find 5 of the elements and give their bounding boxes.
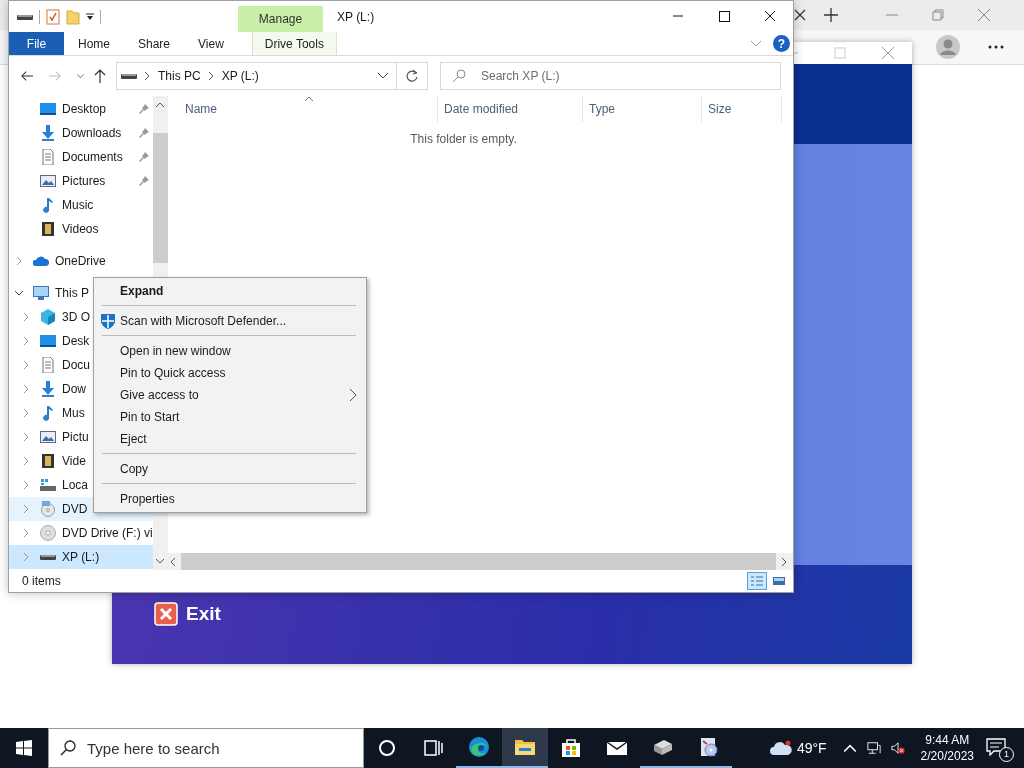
- context-tab-group: Manage: [238, 6, 323, 32]
- status-text: 0 items: [22, 574, 61, 588]
- window-title: XP (L:): [337, 9, 375, 24]
- empty-message: This folder is empty.: [409, 132, 518, 146]
- notification-badge: 1: [999, 747, 1014, 762]
